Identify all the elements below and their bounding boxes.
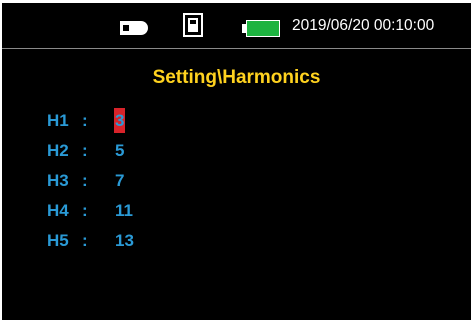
harmonic-value-field[interactable]: 5 <box>115 138 124 163</box>
harmonic-colon: : <box>82 231 88 250</box>
harmonic-colon: : <box>82 201 88 220</box>
harmonic-value-field[interactable]: 7 <box>115 168 124 193</box>
usb-drive-icon <box>120 21 148 35</box>
battery-full-icon <box>242 20 280 37</box>
harmonic-label: H2 <box>47 141 69 160</box>
harmonic-label: H4 <box>47 201 69 220</box>
harmonic-value-field[interactable]: 3 <box>114 108 126 133</box>
status-bar: 2019/06/20 00:10:00 <box>2 3 471 49</box>
device-screen: 2019/06/20 00:10:00 Setting\Harmonics H1… <box>2 3 471 320</box>
harmonic-colon: : <box>82 111 88 130</box>
harmonic-label: H1 <box>47 111 69 130</box>
harmonic-label: H5 <box>47 231 69 250</box>
page-title: Setting\Harmonics <box>152 67 321 88</box>
datetime-display: 2019/06/20 00:10:00 <box>292 17 435 34</box>
ethernet-port-icon <box>183 13 203 37</box>
harmonic-colon: : <box>82 171 88 190</box>
harmonic-value-field[interactable]: 11 <box>115 198 133 223</box>
harmonic-label: H3 <box>47 171 69 190</box>
harmonic-value-field[interactable]: 13 <box>115 228 134 253</box>
harmonic-colon: : <box>82 141 88 160</box>
